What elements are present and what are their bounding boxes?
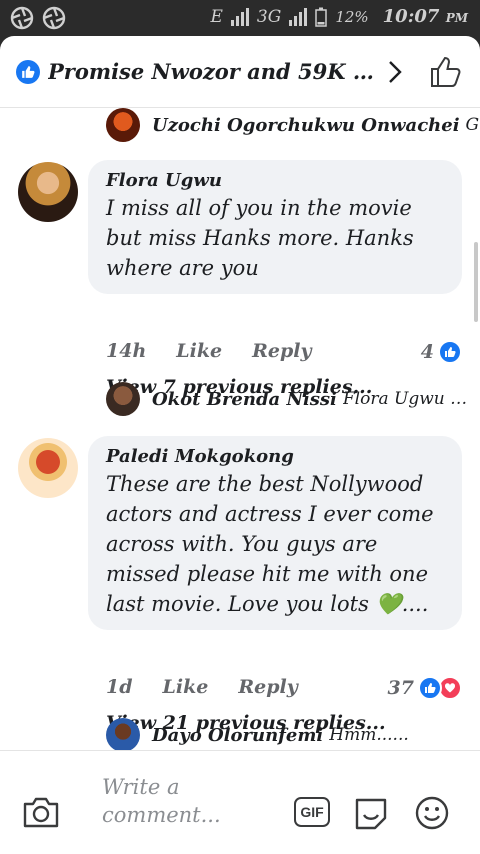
reply-author[interactable]: Dayo Olorunfemi (152, 725, 323, 746)
aperture-icon (10, 6, 34, 30)
reaction-summary[interactable]: 37 (388, 676, 462, 700)
comment-bubble[interactable]: Flora Ugwu I miss all of you in the movi… (88, 160, 462, 294)
reply-author[interactable]: Okot Brenda Nissi (152, 389, 337, 410)
comment-actions: 14h Like Reply (106, 340, 342, 362)
clock-ampm: PM (445, 11, 468, 25)
reactions-summary[interactable]: Promise Nwozor and 59K oth... (48, 59, 374, 84)
avatar[interactable] (106, 108, 140, 142)
aperture-icon (42, 6, 66, 30)
camera-icon[interactable] (22, 795, 60, 829)
reply-author[interactable]: Uzochi Ogorchukwu Onwachei (152, 115, 460, 136)
reply-preview[interactable]: Uzochi Ogorchukwu Onwachei G... (106, 108, 480, 142)
comment-text: These are the best Nollywood actors and … (106, 472, 434, 616)
reaction-count: 37 (387, 677, 414, 699)
chevron-right-icon[interactable] (380, 57, 410, 87)
avatar[interactable] (106, 382, 140, 416)
network-type-3g: 3G (256, 6, 282, 27)
gif-button[interactable]: GIF (294, 797, 330, 827)
reply-preview[interactable]: Dayo Olorunfemi Hmm...... (106, 718, 409, 752)
avatar[interactable] (106, 718, 140, 752)
reply-text: Hmm...... (329, 725, 409, 745)
comment-author[interactable]: Flora Ugwu (106, 170, 444, 191)
battery-percent: 12% (335, 7, 369, 26)
sticker-icon[interactable] (352, 795, 390, 833)
comments-sheet: Promise Nwozor and 59K oth... Uzochi Ogo… (0, 36, 480, 854)
network-type-e: E (210, 6, 223, 27)
signal-icon (230, 7, 249, 26)
thumbs-up-badge-icon (16, 59, 40, 84)
clock: 10:07 PM (383, 6, 468, 27)
battery-icon (315, 7, 328, 27)
comment-input[interactable]: Write a comment... (86, 763, 276, 843)
reactions-header[interactable]: Promise Nwozor and 59K oth... (0, 36, 480, 108)
reply-text: Flora Ugwu I... (342, 389, 469, 409)
thumbs-up-reaction-icon (418, 676, 442, 700)
reply-button[interactable]: Reply (238, 676, 297, 698)
like-button[interactable]: Like (176, 340, 222, 362)
reply-text: G... (465, 115, 480, 135)
smiley-icon[interactable] (414, 795, 450, 831)
avatar[interactable] (18, 438, 78, 498)
comment-time: 1d (106, 676, 133, 698)
comment-composer: Write a comment... GIF (0, 750, 480, 854)
signal-icon (289, 7, 308, 26)
thumbs-up-reaction-icon (438, 340, 462, 364)
reaction-count: 4 (420, 341, 434, 363)
scrollbar-thumb[interactable] (474, 242, 478, 322)
avatar[interactable] (18, 162, 78, 222)
comment-time: 14h (106, 340, 147, 362)
comment-bubble[interactable]: Paledi Mokgokong These are the best Noll… (88, 436, 462, 630)
comment-author[interactable]: Paledi Mokgokong (106, 446, 444, 467)
reaction-summary[interactable]: 4 (421, 340, 462, 364)
comment-actions: 1d Like Reply (106, 676, 328, 698)
like-button[interactable]: Like (163, 676, 209, 698)
reply-preview[interactable]: Okot Brenda Nissi Flora Ugwu I... (106, 382, 469, 416)
status-bar: E 3G 12% 10:07 PM (0, 0, 480, 36)
thumbs-up-outline-icon[interactable] (428, 54, 464, 90)
clock-time: 10:07 (382, 6, 440, 27)
comment-text: I miss all of you in the movie but miss … (106, 196, 414, 280)
reply-button[interactable]: Reply (252, 340, 311, 362)
